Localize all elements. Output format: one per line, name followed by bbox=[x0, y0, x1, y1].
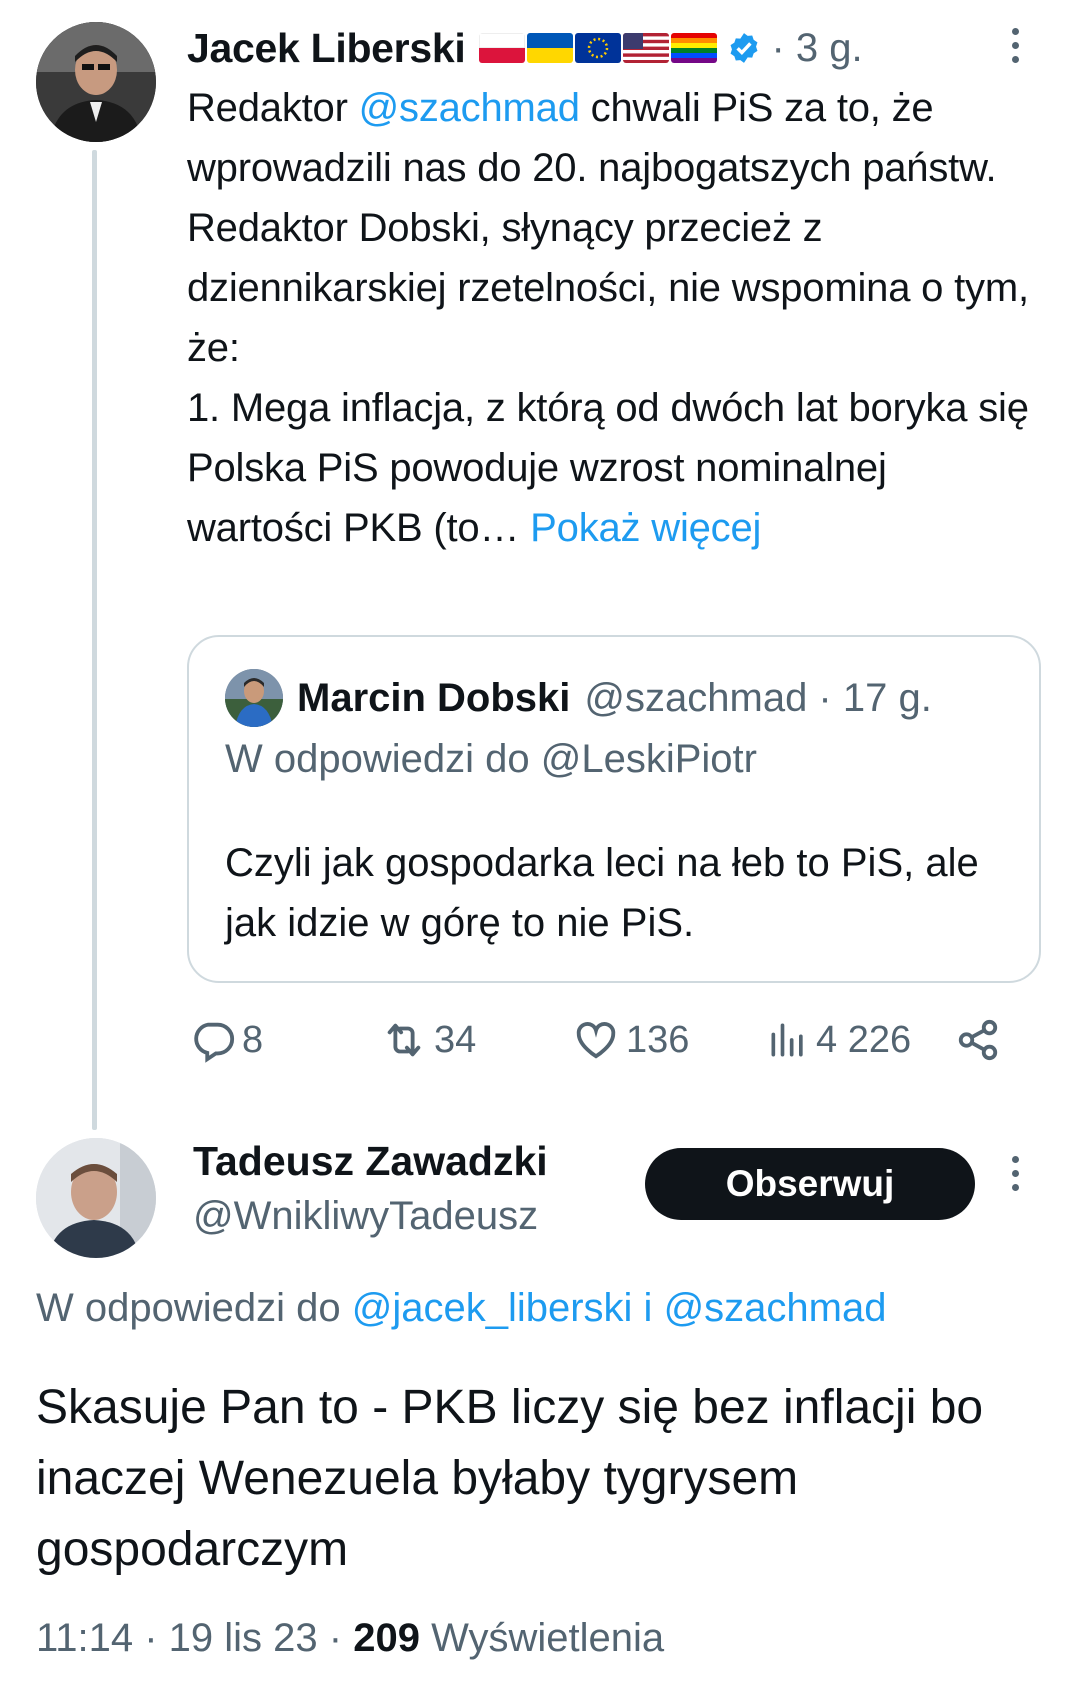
avatar-photo-icon bbox=[225, 669, 283, 727]
tweet-text: Redaktor @szachmad chwali PiS za to, że … bbox=[187, 78, 1037, 558]
quoted-author-name[interactable]: Marcin Dobski bbox=[297, 676, 570, 721]
retweet-icon bbox=[387, 1023, 421, 1057]
author-name[interactable]: Tadeusz Zawadzki bbox=[193, 1138, 548, 1185]
retweet-button[interactable]: 34 bbox=[380, 1012, 476, 1068]
reply-icon bbox=[194, 1022, 235, 1063]
follow-button[interactable]: Obserwuj bbox=[645, 1148, 975, 1220]
avatar-photo-icon bbox=[36, 22, 156, 142]
show-more-link[interactable]: Pokaż więcej bbox=[530, 506, 761, 550]
author-name[interactable]: Jacek Liberski bbox=[187, 25, 466, 72]
more-options-icon[interactable] bbox=[1008, 1156, 1022, 1191]
flag-usa-icon bbox=[623, 33, 670, 63]
quoted-header: Marcin Dobski @szachmad · 17 g. bbox=[297, 667, 932, 729]
tweet-text: Skasuje Pan to - PKB liczy się bez infla… bbox=[36, 1381, 984, 1576]
quoted-text: Czyli jak gospodarka leci na łeb to PiS,… bbox=[225, 841, 979, 945]
mention-link[interactable]: @szachmad bbox=[359, 86, 580, 130]
mention-link[interactable]: @szachmad bbox=[664, 1286, 887, 1330]
flag-ukraine-icon bbox=[527, 33, 574, 63]
verified-badge-icon bbox=[730, 33, 758, 63]
share-icon bbox=[958, 1019, 998, 1061]
tweet-text-part: Redaktor bbox=[187, 86, 359, 130]
tweet-footer: 11:14 · 19 lis 23 · 209 Wyświetlenia bbox=[36, 1616, 664, 1661]
quoted-tweet[interactable]: Marcin Dobski @szachmad · 17 g. W odpowi… bbox=[187, 635, 1041, 983]
views-button[interactable]: 4 226 bbox=[766, 1012, 911, 1068]
views-label: Wyświetlenia bbox=[419, 1616, 665, 1660]
share-button[interactable] bbox=[955, 1012, 1001, 1068]
thread-connector-line bbox=[92, 150, 97, 1130]
tweet-timestamp[interactable]: 11:14 · 19 lis 23 · bbox=[36, 1616, 353, 1660]
mention-link[interactable]: @jacek_liberski bbox=[352, 1286, 633, 1330]
reply-prefix: W odpowiedzi do bbox=[36, 1286, 352, 1330]
reply-count: 8 bbox=[242, 1018, 264, 1061]
views-chart-icon bbox=[771, 1023, 803, 1057]
avatar[interactable] bbox=[36, 22, 156, 142]
like-count: 136 bbox=[626, 1018, 690, 1061]
avatar-photo-icon bbox=[36, 1138, 156, 1258]
reply-to-line: W odpowiedzi do @jacek_liberski i @szach… bbox=[36, 1286, 886, 1331]
heart-icon bbox=[576, 1022, 616, 1059]
views-count: 4 226 bbox=[816, 1018, 912, 1061]
quoted-handle-time: @szachmad · 17 g. bbox=[584, 675, 932, 720]
flag-poland-icon bbox=[479, 33, 526, 63]
quoted-avatar[interactable] bbox=[225, 669, 283, 727]
flag-eu-icon bbox=[575, 33, 622, 63]
tweet-time[interactable]: · 3 g. bbox=[771, 26, 862, 71]
flag-rainbow-icon bbox=[671, 33, 718, 63]
flag-emojis bbox=[479, 33, 718, 63]
reply-joiner: i bbox=[632, 1286, 664, 1330]
tweet-header: Jacek Liberski · 3 g. bbox=[187, 20, 863, 76]
more-options-icon[interactable] bbox=[1008, 28, 1022, 63]
author-handle[interactable]: @WnikliwyTadeusz bbox=[193, 1194, 538, 1239]
reply-button[interactable]: 8 bbox=[190, 1012, 263, 1068]
retweet-count: 34 bbox=[434, 1018, 477, 1061]
views-count: 209 bbox=[353, 1616, 420, 1660]
like-button[interactable]: 136 bbox=[572, 1012, 689, 1068]
avatar[interactable] bbox=[36, 1138, 156, 1258]
quoted-reply-to: W odpowiedzi do @LeskiPiotr bbox=[225, 737, 757, 781]
